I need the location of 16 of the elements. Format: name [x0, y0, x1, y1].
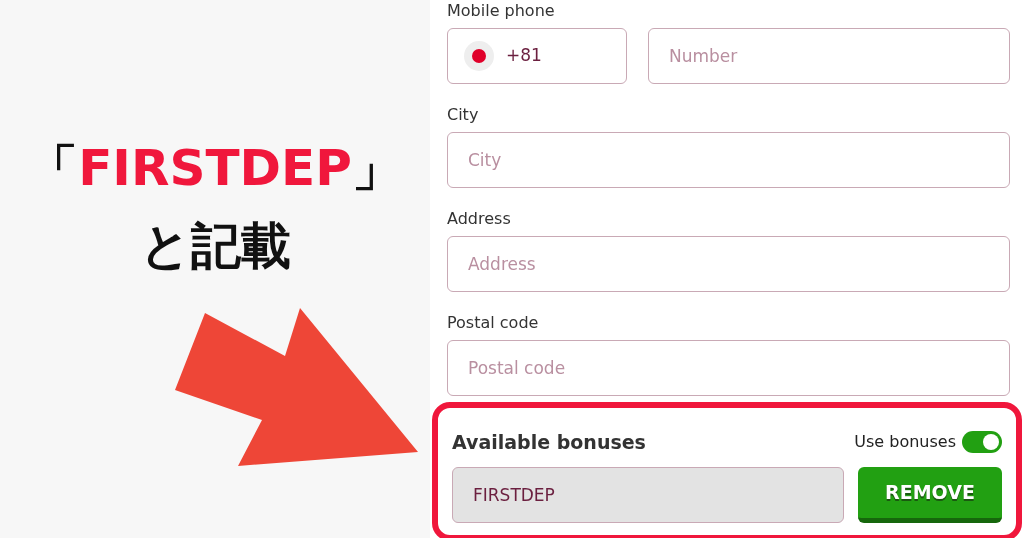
- field-label: City: [447, 104, 480, 126]
- section-title: Available bonuses: [452, 430, 646, 455]
- input-field[interactable]: City: [447, 132, 1010, 188]
- input-field[interactable]: Address: [447, 236, 1010, 292]
- annotation-text: 「FIRSTDEP」: [28, 138, 402, 198]
- input-field[interactable]: Postal code: [447, 340, 1010, 396]
- toggle-switch[interactable]: [962, 431, 1002, 454]
- field-label: Address: [447, 208, 512, 230]
- field-label: Postal code: [447, 312, 540, 334]
- toggle-label: Use bonuses: [854, 431, 956, 454]
- annotation-text: と記載: [139, 216, 291, 276]
- field-label: Mobile phone: [447, 0, 556, 22]
- input-field[interactable]: Number: [648, 28, 1010, 84]
- bonus-code-field[interactable]: FIRSTDEP: [452, 466, 844, 523]
- country-code-select[interactable]: +81: [447, 28, 627, 84]
- flag-icon: [464, 41, 494, 71]
